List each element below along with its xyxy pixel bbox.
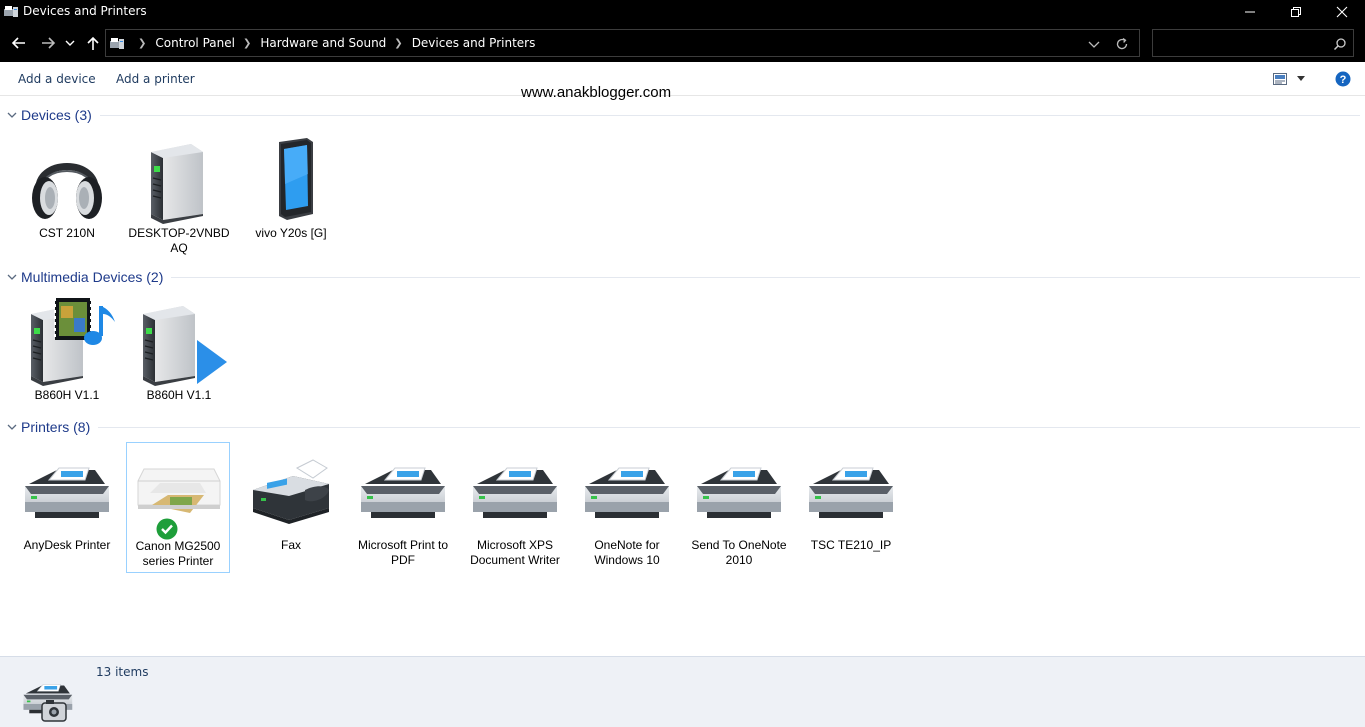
minimize-button[interactable] (1227, 0, 1273, 24)
restore-icon (1291, 7, 1301, 17)
printer-tile-canon[interactable]: Canon MG2500 series Printer (126, 442, 230, 573)
printer-icon (472, 467, 558, 519)
printer-tile-fax[interactable]: Fax (239, 446, 343, 553)
add-printer-button[interactable]: Add a printer (116, 72, 195, 86)
chevron-down-icon[interactable] (6, 109, 18, 121)
device-label: vivo Y20s [G] (255, 226, 327, 240)
printer-label: Fax (280, 538, 301, 552)
help-icon[interactable]: ? (1335, 71, 1351, 87)
media-player-icon (142, 305, 227, 387)
device-tile-phone[interactable]: vivo Y20s [G] (239, 134, 343, 241)
group-divider (99, 114, 1360, 116)
address-bar[interactable]: ❯ Control Panel ❯ Hardware and Sound ❯ D… (105, 29, 1140, 57)
search-icon[interactable] (1333, 37, 1347, 51)
device-label: DESKTOP-2VNBD AQ (128, 226, 230, 255)
group-divider (98, 426, 1360, 428)
device-label: CST 210N (39, 226, 95, 240)
watermark-text: www.anakblogger.com (521, 84, 672, 101)
printer-icon (360, 467, 446, 519)
printer-label: TSC TE210_IP (810, 538, 892, 552)
multimedia-tile-media-server[interactable]: B860H V1.1 (15, 296, 119, 403)
group-title: Multimedia Devices (2) (21, 269, 164, 285)
multimedia-tile-media-player[interactable]: B860H V1.1 (127, 296, 231, 403)
chevron-down-icon (65, 40, 75, 46)
printer-icon (696, 467, 782, 519)
breadcrumb-separator[interactable]: ❯ (243, 38, 251, 49)
refresh-icon[interactable] (1114, 36, 1130, 52)
title-bar: Devices and Printers (0, 0, 1365, 24)
back-button[interactable] (9, 33, 29, 53)
item-count: 13 items (96, 665, 149, 679)
breadcrumb-separator[interactable]: ❯ (394, 38, 402, 49)
forward-button[interactable] (38, 33, 58, 53)
search-box[interactable] (1152, 29, 1354, 57)
chevron-down-icon[interactable] (1296, 75, 1306, 83)
arrow-left-icon (11, 37, 25, 49)
breadcrumb-control-panel[interactable]: Control Panel (155, 36, 235, 50)
chevron-down-icon[interactable] (6, 271, 18, 283)
navigation-bar: ❯ Control Panel ❯ Hardware and Sound ❯ D… (0, 24, 1365, 62)
group-title: Devices (3) (21, 107, 92, 123)
headphones-icon (32, 163, 102, 219)
printer-tile-onenote-2010[interactable]: Send To OneNote 2010 (687, 446, 791, 568)
inkjet-printer-icon (137, 468, 221, 513)
search-input[interactable] (1157, 34, 1327, 52)
default-printer-check-icon (156, 518, 178, 540)
up-button[interactable] (83, 33, 103, 53)
group-header-devices[interactable]: Devices (3) (6, 105, 1360, 125)
group-header-multimedia[interactable]: Multimedia Devices (2) (6, 267, 1360, 287)
printer-tile-anydesk[interactable]: AnyDesk Printer (15, 446, 119, 553)
device-tile-headphones[interactable]: CST 210N (15, 134, 119, 241)
close-icon (1336, 6, 1348, 18)
printer-tile-ms-print-pdf[interactable]: Microsoft Print to PDF (351, 446, 455, 568)
printer-icon (584, 467, 670, 519)
devices-printers-app-icon (4, 6, 18, 17)
desktop-computer-icon (150, 143, 204, 225)
chevron-down-icon[interactable] (6, 421, 18, 433)
chevron-down-icon[interactable] (1086, 36, 1102, 52)
printer-tile-onenote-win10[interactable]: OneNote for Windows 10 (575, 446, 679, 568)
change-view-icon[interactable] (1273, 73, 1287, 85)
fax-machine-icon (253, 459, 329, 524)
command-bar: Add a device Add a printer ? (0, 62, 1365, 96)
mobile-phone-icon (279, 138, 313, 220)
media-server-icon (30, 298, 115, 387)
svg-text:?: ? (1340, 74, 1347, 86)
printer-icon (808, 467, 894, 519)
close-button[interactable] (1319, 0, 1365, 24)
recent-locations-button[interactable] (63, 33, 77, 53)
device-label: B860H V1.1 (146, 388, 212, 402)
printer-label: OneNote for Windows 10 (594, 538, 660, 567)
device-label: B860H V1.1 (34, 388, 100, 402)
minimize-icon (1245, 11, 1255, 13)
breadcrumb-hardware-and-sound[interactable]: Hardware and Sound (260, 36, 386, 50)
printer-icon (24, 467, 110, 519)
printer-label: AnyDesk Printer (23, 538, 111, 552)
breadcrumb: ❯ Control Panel ❯ Hardware and Sound ❯ D… (130, 36, 535, 50)
arrow-right-icon (42, 37, 56, 49)
group-divider (171, 276, 1360, 278)
group-header-printers[interactable]: Printers (8) (6, 417, 1360, 437)
printer-tile-ms-xps[interactable]: Microsoft XPS Document Writer (463, 446, 567, 568)
details-pane: 13 items (0, 656, 1365, 727)
restore-button[interactable] (1273, 0, 1319, 24)
printer-tile-tsc[interactable]: TSC TE210_IP (799, 446, 903, 553)
printer-label: Canon MG2500 series Printer (135, 539, 221, 568)
add-device-button[interactable]: Add a device (18, 72, 96, 86)
printer-camera-icon (23, 683, 73, 722)
devices-printers-icon (110, 38, 124, 49)
arrow-up-icon (87, 36, 99, 50)
printer-label: Microsoft Print to PDF (357, 538, 449, 567)
printer-label: Send To OneNote 2010 (691, 538, 787, 567)
printer-label: Microsoft XPS Document Writer (470, 538, 560, 567)
group-title: Printers (8) (21, 419, 91, 435)
breadcrumb-separator[interactable]: ❯ (138, 38, 146, 49)
device-tile-desktop[interactable]: DESKTOP-2VNBD AQ (127, 134, 231, 256)
window-title: Devices and Printers (23, 4, 147, 18)
breadcrumb-devices-and-printers[interactable]: Devices and Printers (412, 36, 536, 50)
